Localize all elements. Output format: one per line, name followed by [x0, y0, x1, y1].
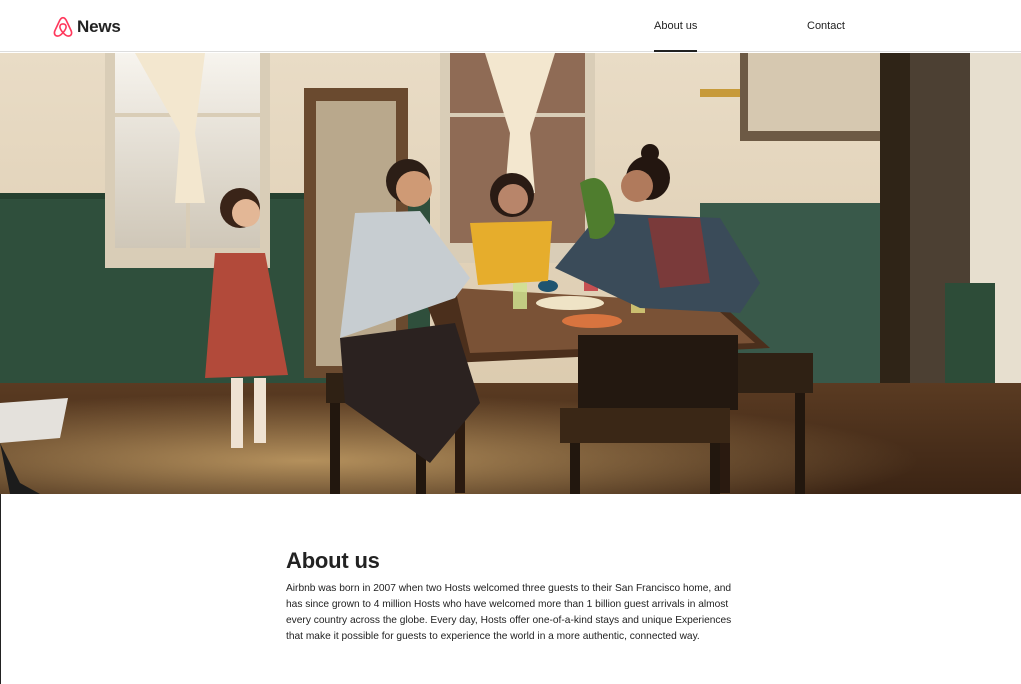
brand-link[interactable]: News: [53, 15, 121, 39]
nav-item-contact[interactable]: Contact: [807, 0, 845, 52]
site-header: News About us Contact: [0, 0, 1021, 52]
about-body: Airbnb was born in 2007 when two Hosts w…: [286, 583, 732, 642]
hero-image: [0, 53, 1021, 494]
airbnb-belo-icon: [53, 16, 73, 38]
about-title: About us: [286, 548, 380, 573]
nav-item-about-us[interactable]: About us: [654, 0, 698, 52]
nav-link-contact[interactable]: Contact: [807, 0, 845, 52]
about-section: About us Airbnb was born in 2007 when tw…: [0, 494, 1021, 684]
nav-link-about-us[interactable]: About us: [654, 0, 698, 52]
brand-name: News: [77, 17, 121, 36]
